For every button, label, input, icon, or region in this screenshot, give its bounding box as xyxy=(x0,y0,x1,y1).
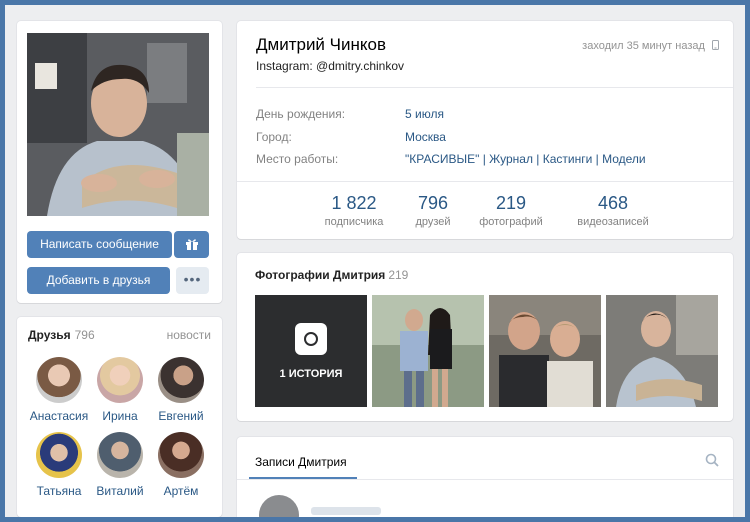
friend-avatar[interactable] xyxy=(158,432,204,478)
photo-thumbnail[interactable] xyxy=(606,295,718,407)
camera-icon xyxy=(295,323,327,355)
add-friend-button[interactable]: Добавить в друзья xyxy=(27,267,170,294)
last-seen-text: заходил 35 минут назад xyxy=(582,40,705,52)
profile-name: Дмитрий Чинков xyxy=(256,35,386,54)
info-row-city: Город: Москва xyxy=(256,130,446,144)
info-row-work: Место работы: "КРАСИВЫЕ" | Журнал | Касти… xyxy=(256,152,646,166)
mobile-icon xyxy=(712,40,719,50)
posts-divider xyxy=(237,479,733,480)
friend-item[interactable]: Ирина xyxy=(90,357,150,423)
friends-count: 796 xyxy=(74,328,95,342)
stat-photos[interactable]: 219 фотографий xyxy=(475,193,547,228)
instagram-handle: Instagram: @dmitry.chinkov xyxy=(256,59,405,73)
friend-avatar[interactable] xyxy=(158,357,204,403)
friend-name[interactable]: Виталий xyxy=(90,484,150,498)
friend-avatar[interactable] xyxy=(97,357,143,403)
friend-avatar[interactable] xyxy=(97,432,143,478)
photos-title: Фотографии Дмитрия xyxy=(255,268,386,282)
last-seen-status: заходил 35 минут назад xyxy=(582,40,719,52)
stat-number: 796 xyxy=(417,193,449,213)
story-label: 1 ИСТОРИЯ xyxy=(279,368,343,380)
info-value[interactable]: Москва xyxy=(405,130,446,144)
stats-divider xyxy=(237,181,733,182)
stat-label: друзей xyxy=(415,216,451,228)
gift-button[interactable] xyxy=(174,231,209,258)
write-message-button[interactable]: Написать сообщение xyxy=(27,231,172,258)
search-icon[interactable] xyxy=(705,453,719,467)
stat-number: 219 xyxy=(495,193,527,213)
posts-card: Записи Дмитрия xyxy=(237,437,733,517)
friend-item[interactable]: Виталий xyxy=(90,432,150,498)
info-row-birthday: День рождения: 5 июля xyxy=(256,107,444,121)
story-tile[interactable]: 1 ИСТОРИЯ xyxy=(255,295,367,407)
photo-image xyxy=(372,295,484,407)
friends-header: Друзья 796 новости xyxy=(28,328,211,344)
stat-videos[interactable]: 468 видеозаписей xyxy=(571,193,655,228)
friend-name[interactable]: Евгений xyxy=(151,409,211,423)
friend-item[interactable]: Татьяна xyxy=(29,432,89,498)
post-author-name-placeholder xyxy=(311,507,381,515)
photo-image xyxy=(489,295,601,407)
profile-stats: 1 822 подписчика 796 друзей 219 фотограф… xyxy=(237,193,733,229)
friend-name[interactable]: Татьяна xyxy=(29,484,89,498)
tab-posts[interactable]: Записи Дмитрия xyxy=(255,455,347,469)
info-label: День рождения: xyxy=(256,107,346,121)
friend-name[interactable]: Ирина xyxy=(90,409,150,423)
post-author-avatar[interactable] xyxy=(259,495,299,517)
stat-friends[interactable]: 796 друзей xyxy=(405,193,461,228)
photo-image xyxy=(606,295,718,407)
info-divider xyxy=(256,87,733,88)
avatar-card: Написать сообщение Добавить в друзья ••• xyxy=(17,21,222,303)
friends-title[interactable]: Друзья xyxy=(28,328,71,342)
stat-label: видеозаписей xyxy=(577,216,649,228)
friends-news-link[interactable]: новости xyxy=(167,328,211,342)
friends-card: Друзья 796 новости Анастасия Ирина Евгени… xyxy=(17,317,222,517)
stat-number: 1 822 xyxy=(331,193,377,213)
friend-avatar[interactable] xyxy=(36,432,82,478)
info-value[interactable]: 5 июля xyxy=(405,107,444,121)
stat-number: 468 xyxy=(597,193,629,213)
friend-item[interactable]: Артём xyxy=(151,432,211,498)
info-value[interactable]: "КРАСИВЫЕ" | Журнал | Кастинги | Модели xyxy=(405,152,646,166)
friend-name[interactable]: Анастасия xyxy=(29,409,89,423)
profile-page: Написать сообщение Добавить в друзья •••… xyxy=(5,5,745,517)
info-label: Город: xyxy=(256,130,292,144)
photo-thumbnail[interactable] xyxy=(372,295,484,407)
photos-count: 219 xyxy=(388,268,409,282)
friend-avatar[interactable] xyxy=(36,357,82,403)
info-label: Место работы: xyxy=(256,152,339,166)
profile-info-card: Дмитрий Чинков Instagram: @dmitry.chinko… xyxy=(237,21,733,239)
profile-avatar[interactable] xyxy=(27,33,209,216)
stat-label: подписчика xyxy=(324,216,384,228)
avatar-photo xyxy=(27,33,209,216)
stat-followers[interactable]: 1 822 подписчика xyxy=(319,193,389,228)
more-actions-button[interactable]: ••• xyxy=(176,267,209,294)
friend-name[interactable]: Артём xyxy=(151,484,211,498)
stat-label: фотографий xyxy=(479,216,543,228)
friend-item[interactable]: Анастасия xyxy=(29,357,89,423)
photos-header[interactable]: Фотографии Дмитрия 219 xyxy=(255,268,408,282)
photo-thumbnail[interactable] xyxy=(489,295,601,407)
gift-icon xyxy=(185,239,198,250)
friend-item[interactable]: Евгений xyxy=(151,357,211,423)
photos-card: Фотографии Дмитрия 219 1 ИСТОРИЯ xyxy=(237,253,733,421)
